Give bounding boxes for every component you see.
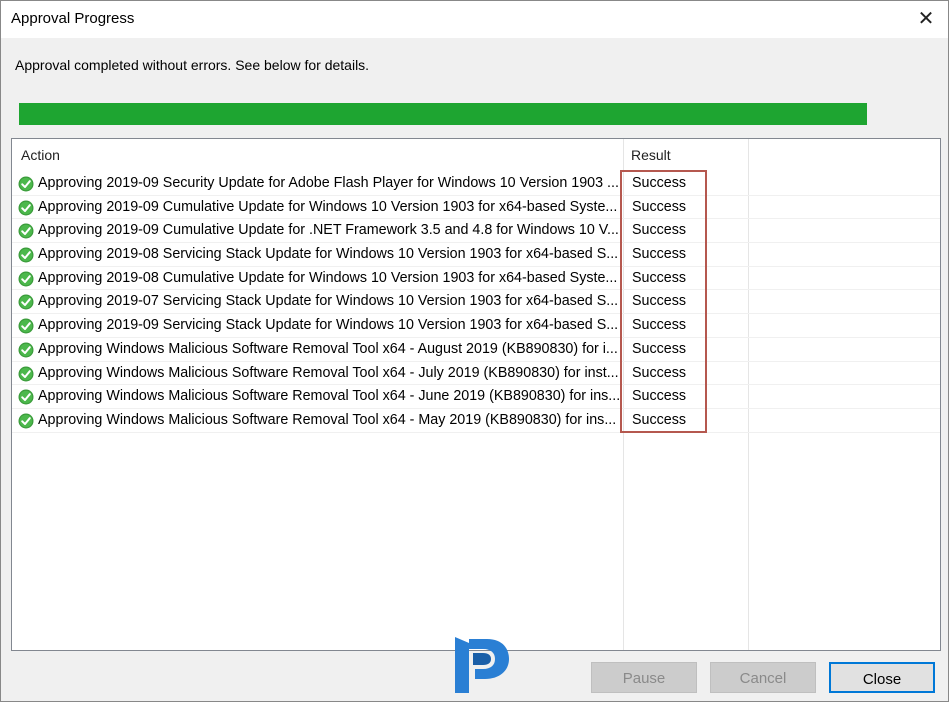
success-check-icon [18, 223, 34, 239]
close-icon[interactable]: ✕ [914, 7, 938, 31]
row-result-text: Success [632, 340, 687, 357]
success-check-icon [18, 389, 34, 405]
table-row[interactable]: Approving 2019-08 Servicing Stack Update… [12, 243, 940, 267]
close-button[interactable]: Close [829, 662, 935, 693]
pause-button[interactable]: Pause [591, 662, 697, 693]
row-action-text: Approving Windows Malicious Software Rem… [38, 411, 617, 428]
title-bar[interactable]: Approval Progress ✕ [1, 1, 948, 38]
column-header-action[interactable]: Action [21, 147, 60, 163]
success-check-icon [18, 247, 34, 263]
progress-bar [19, 103, 867, 125]
success-check-icon [18, 366, 34, 381]
success-check-icon [18, 294, 34, 310]
table-row[interactable]: Approving 2019-09 Security Update for Ad… [12, 172, 940, 196]
table-row[interactable]: Approving 2019-08 Cumulative Update for … [12, 267, 940, 291]
success-check-icon [18, 200, 34, 216]
success-check-icon [18, 342, 34, 358]
row-result-text: Success [632, 364, 687, 381]
table-row[interactable]: Approving 2019-09 Servicing Stack Update… [12, 314, 940, 338]
results-rows: Approving 2019-09 Security Update for Ad… [12, 172, 940, 433]
row-result-text: Success [632, 222, 687, 239]
table-row[interactable]: Approving Windows Malicious Software Rem… [12, 385, 940, 409]
success-check-icon [18, 318, 34, 334]
row-result-text: Success [632, 269, 687, 286]
row-result-text: Success [632, 246, 687, 263]
cancel-button[interactable]: Cancel [710, 662, 816, 693]
table-row[interactable]: Approving Windows Malicious Software Rem… [12, 409, 940, 433]
approval-progress-window: Approval Progress ✕ Approval completed w… [0, 0, 949, 702]
table-row[interactable]: Approving 2019-07 Servicing Stack Update… [12, 290, 940, 315]
p-logo-icon [455, 637, 509, 693]
success-check-icon [18, 413, 34, 429]
row-result-text: Success [632, 293, 687, 310]
row-action-text: Approving Windows Malicious Software Rem… [38, 364, 619, 381]
row-result-text: Success [632, 198, 687, 215]
column-header-result[interactable]: Result [631, 147, 671, 163]
table-row[interactable]: Approving 2019-09 Cumulative Update for … [12, 196, 940, 220]
table-row[interactable]: Approving Windows Malicious Software Rem… [12, 338, 940, 362]
status-message: Approval completed without errors. See b… [15, 57, 370, 73]
table-row[interactable]: Approving 2019-09 Cumulative Update for … [12, 219, 940, 244]
row-action-text: Approving 2019-09 Security Update for Ad… [38, 175, 619, 191]
row-action-text: Approving 2019-08 Servicing Stack Update… [38, 246, 619, 263]
row-action-text: Approving 2019-07 Servicing Stack Update… [38, 293, 619, 310]
row-action-text: Approving Windows Malicious Software Rem… [38, 340, 618, 357]
table-row[interactable]: Approving Windows Malicious Software Rem… [12, 362, 940, 386]
row-result-text: Success [632, 317, 687, 334]
row-action-text: Approving 2019-08 Cumulative Update for … [38, 269, 618, 286]
row-action-text: Approving Windows Malicious Software Rem… [38, 388, 621, 405]
success-check-icon [18, 271, 34, 287]
row-action-text: Approving 2019-09 Servicing Stack Update… [38, 317, 619, 334]
row-result-text: Success [632, 411, 687, 428]
row-result-text: Success [632, 175, 687, 191]
row-action-text: Approving 2019-09 Cumulative Update for … [38, 198, 618, 215]
window-title: Approval Progress [11, 10, 135, 27]
row-result-text: Success [632, 388, 687, 405]
row-action-text: Approving 2019-09 Cumulative Update for … [38, 222, 619, 239]
success-check-icon [18, 176, 34, 192]
progress-bar-fill [19, 103, 867, 125]
results-list[interactable]: Action Result Approving 2019-09 Security… [11, 138, 941, 651]
